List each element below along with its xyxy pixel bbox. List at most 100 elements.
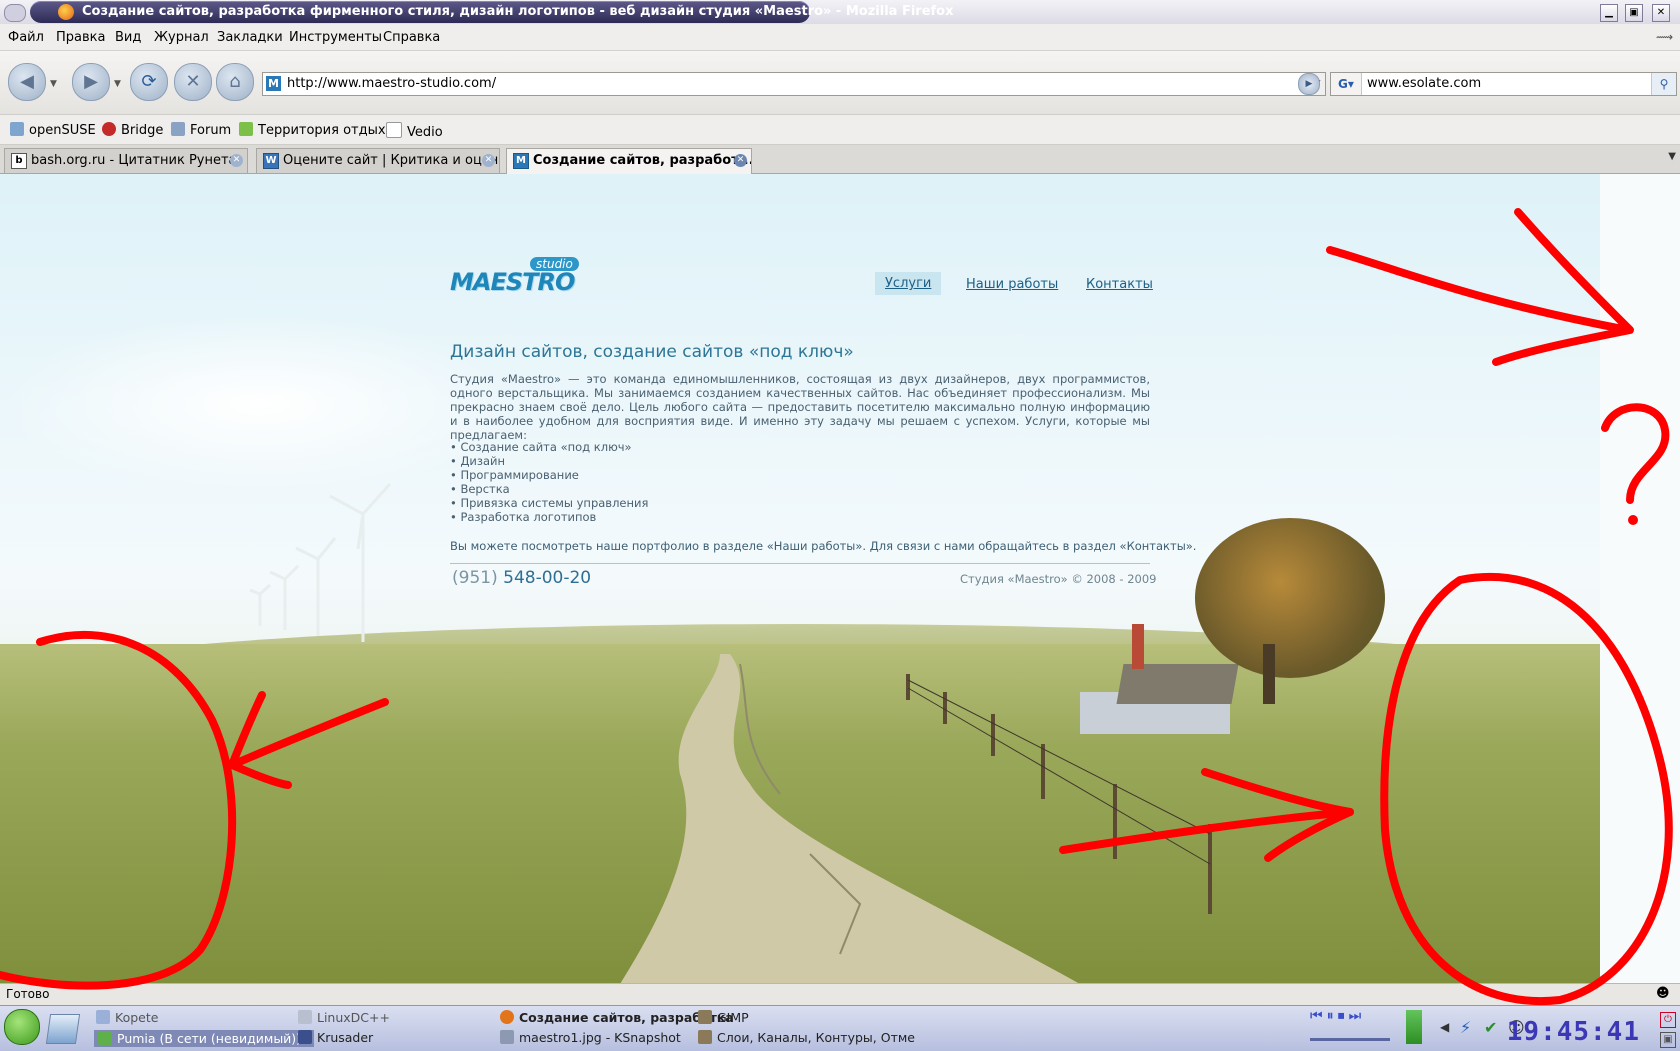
stop-button[interactable]: ✕ <box>174 63 212 101</box>
gimp-icon <box>698 1030 712 1044</box>
desktop-icon[interactable] <box>45 1014 81 1044</box>
site-copyright: Студия «Maestro» © 2008 - 2009 <box>960 572 1157 586</box>
site-favicon-icon: M <box>266 76 281 91</box>
bookmark-bridge[interactable]: Bridge <box>102 122 163 138</box>
taskbar-clock[interactable]: 19:45:41 <box>1507 1017 1640 1047</box>
reload-button[interactable]: ⟳ <box>130 63 168 101</box>
site-nav-contacts[interactable]: Контакты <box>1086 277 1153 292</box>
page-icon <box>386 122 402 138</box>
firefox-logo-icon <box>58 4 74 20</box>
tab-maestro[interactable]: M Создание сайтов, разработ... ✕ <box>506 148 752 174</box>
task-kopete[interactable]: Kopete <box>96 1010 158 1025</box>
home-button[interactable]: ⌂ <box>216 63 254 101</box>
task-pumia[interactable]: Pumia (В сети (невидимый)) - <box>94 1030 314 1047</box>
tab-favicon-icon: b <box>11 153 27 169</box>
window-menu-button[interactable] <box>4 4 26 22</box>
menu-view[interactable]: Вид <box>115 30 141 45</box>
volume-slider[interactable] <box>1310 1038 1390 1041</box>
pumia-icon <box>98 1031 112 1045</box>
tab-list-dropdown[interactable]: ▼ <box>1668 151 1676 162</box>
bookmarks-toolbar: openSUSE Bridge Forum Территория отдыха … <box>0 115 1680 145</box>
ksnapshot-icon <box>500 1030 514 1044</box>
service-item: • Разработка логотипов <box>450 510 597 524</box>
chat-bubble-icon <box>239 122 253 136</box>
updater-tray-icon[interactable]: ✔ <box>1484 1018 1497 1037</box>
bookmark-opensuse[interactable]: openSUSE <box>10 122 96 138</box>
go-button[interactable]: ▶ <box>1298 73 1320 95</box>
bookmark-forum[interactable]: Forum <box>171 122 231 138</box>
tree-trunk <box>1263 644 1275 704</box>
media-player-controls[interactable]: ⏮⏸⏹⏭ <box>1310 1008 1365 1024</box>
bookmark-territory[interactable]: Территория отдыха <box>239 122 394 138</box>
url-bar[interactable]: M http://www.maestro-studio.com/ ▼ <box>262 72 1326 96</box>
service-item: • Привязка системы управления <box>450 496 649 510</box>
taskbar: Kopete Pumia (В сети (невидимый)) - Linu… <box>0 1005 1680 1051</box>
menu-history[interactable]: Журнал <box>154 30 209 45</box>
search-engine-selector[interactable]: G▾ <box>1331 73 1362 95</box>
tab-bar: b bash.org.ru - Цитатник Рунета ✕ W Оцен… <box>0 145 1680 174</box>
url-text[interactable]: http://www.maestro-studio.com/ <box>287 76 496 91</box>
tab-close-icon[interactable]: ✕ <box>482 154 495 167</box>
status-addon-icon[interactable]: ☻ <box>1656 986 1670 1001</box>
menu-bookmarks[interactable]: Закладки <box>217 30 283 45</box>
start-menu-button[interactable] <box>4 1009 40 1045</box>
service-item: • Создание сайта «под ключ» <box>450 440 632 454</box>
wind-turbines <box>249 482 392 642</box>
window-titlebar: Создание сайтов, разработка фирменного с… <box>0 0 1680 24</box>
lock-icon[interactable]: ▣ <box>1660 1032 1676 1048</box>
site-divider <box>450 563 1150 564</box>
tab-close-icon[interactable]: ✕ <box>734 154 747 167</box>
tab-close-icon[interactable]: ✕ <box>230 154 243 167</box>
minimize-button[interactable]: ▁ <box>1600 4 1618 22</box>
forward-button[interactable]: ▶ <box>72 63 110 101</box>
menu-tools[interactable]: Инструменты <box>289 30 382 45</box>
site-heading: Дизайн сайтов, создание сайтов «под ключ… <box>450 342 854 362</box>
cloud-haze <box>0 314 520 494</box>
task-linuxdc[interactable]: LinuxDC++ <box>298 1010 390 1025</box>
maximize-button[interactable]: ▣ <box>1625 4 1643 22</box>
page-viewport: MAESTRO studio Услуги Наши работы Контак… <box>0 174 1600 983</box>
site-nav-works[interactable]: Наши работы <box>966 277 1058 292</box>
tab-bash[interactable]: b bash.org.ru - Цитатник Рунета ✕ <box>4 148 248 173</box>
menu-help[interactable]: Справка <box>383 30 440 45</box>
gimp-icon <box>698 1010 712 1024</box>
tray-arrow-icon[interactable]: ◀ <box>1440 1020 1449 1034</box>
linuxdc-icon <box>298 1010 312 1024</box>
fence <box>906 674 1212 914</box>
forward-history-dropdown[interactable]: ▼ <box>114 79 121 89</box>
window-title-pill: Создание сайтов, разработка фирменного с… <box>30 1 953 23</box>
tab-critique[interactable]: W Оцените сайт | Критика и оцен... ✕ <box>256 148 500 173</box>
task-ksnapshot[interactable]: maestro1.jpg - KSnapshot <box>500 1030 681 1045</box>
site-logo[interactable]: MAESTRO studio <box>450 257 579 296</box>
site-phone: (951) 548-00-20 <box>452 568 591 588</box>
bridge-icon <box>102 122 116 136</box>
firefox-icon <box>500 1010 514 1024</box>
site-outro: Вы можете посмотреть наше портфолио в ра… <box>450 539 1197 553</box>
logout-icon[interactable]: ⏻ <box>1660 1012 1676 1028</box>
site-logo-badge: studio <box>530 257 579 271</box>
throbber-icon: ⟿ <box>1656 30 1674 44</box>
krusader-icon <box>298 1030 312 1044</box>
search-bar[interactable]: G▾ www.esolate.com ⚲ <box>1330 72 1677 96</box>
service-item: • Дизайн <box>450 454 506 468</box>
task-gimp[interactable]: GIMP <box>698 1010 749 1025</box>
tab-favicon-icon: M <box>513 153 529 169</box>
search-input[interactable]: www.esolate.com <box>1367 76 1481 91</box>
network-tray-icon[interactable]: ⚡ <box>1460 1018 1471 1037</box>
menu-file[interactable]: Файл <box>8 30 44 45</box>
site-nav-services[interactable]: Услуги <box>875 272 942 295</box>
page-right-margin <box>1600 174 1680 983</box>
menu-edit[interactable]: Правка <box>56 30 105 45</box>
close-button[interactable]: ✕ <box>1652 4 1670 22</box>
bookmark-vedio[interactable]: Vedio <box>386 122 443 140</box>
search-magnifier-icon[interactable]: ⚲ <box>1651 73 1676 95</box>
task-gimp-layers[interactable]: Слои, Каналы, Контуры, Отме <box>698 1030 915 1045</box>
back-history-dropdown[interactable]: ▼ <box>50 79 57 89</box>
service-item: • Верстка <box>450 482 510 496</box>
tray-icon-green[interactable] <box>1406 1010 1422 1044</box>
back-button[interactable]: ◀ <box>8 63 46 101</box>
task-krusader[interactable]: Krusader <box>298 1030 373 1045</box>
menubar: Файл Правка Вид Журнал Закладки Инструме… <box>0 24 1680 51</box>
service-item: • Программирование <box>450 468 579 482</box>
phone-number: 548-00-20 <box>503 568 592 588</box>
